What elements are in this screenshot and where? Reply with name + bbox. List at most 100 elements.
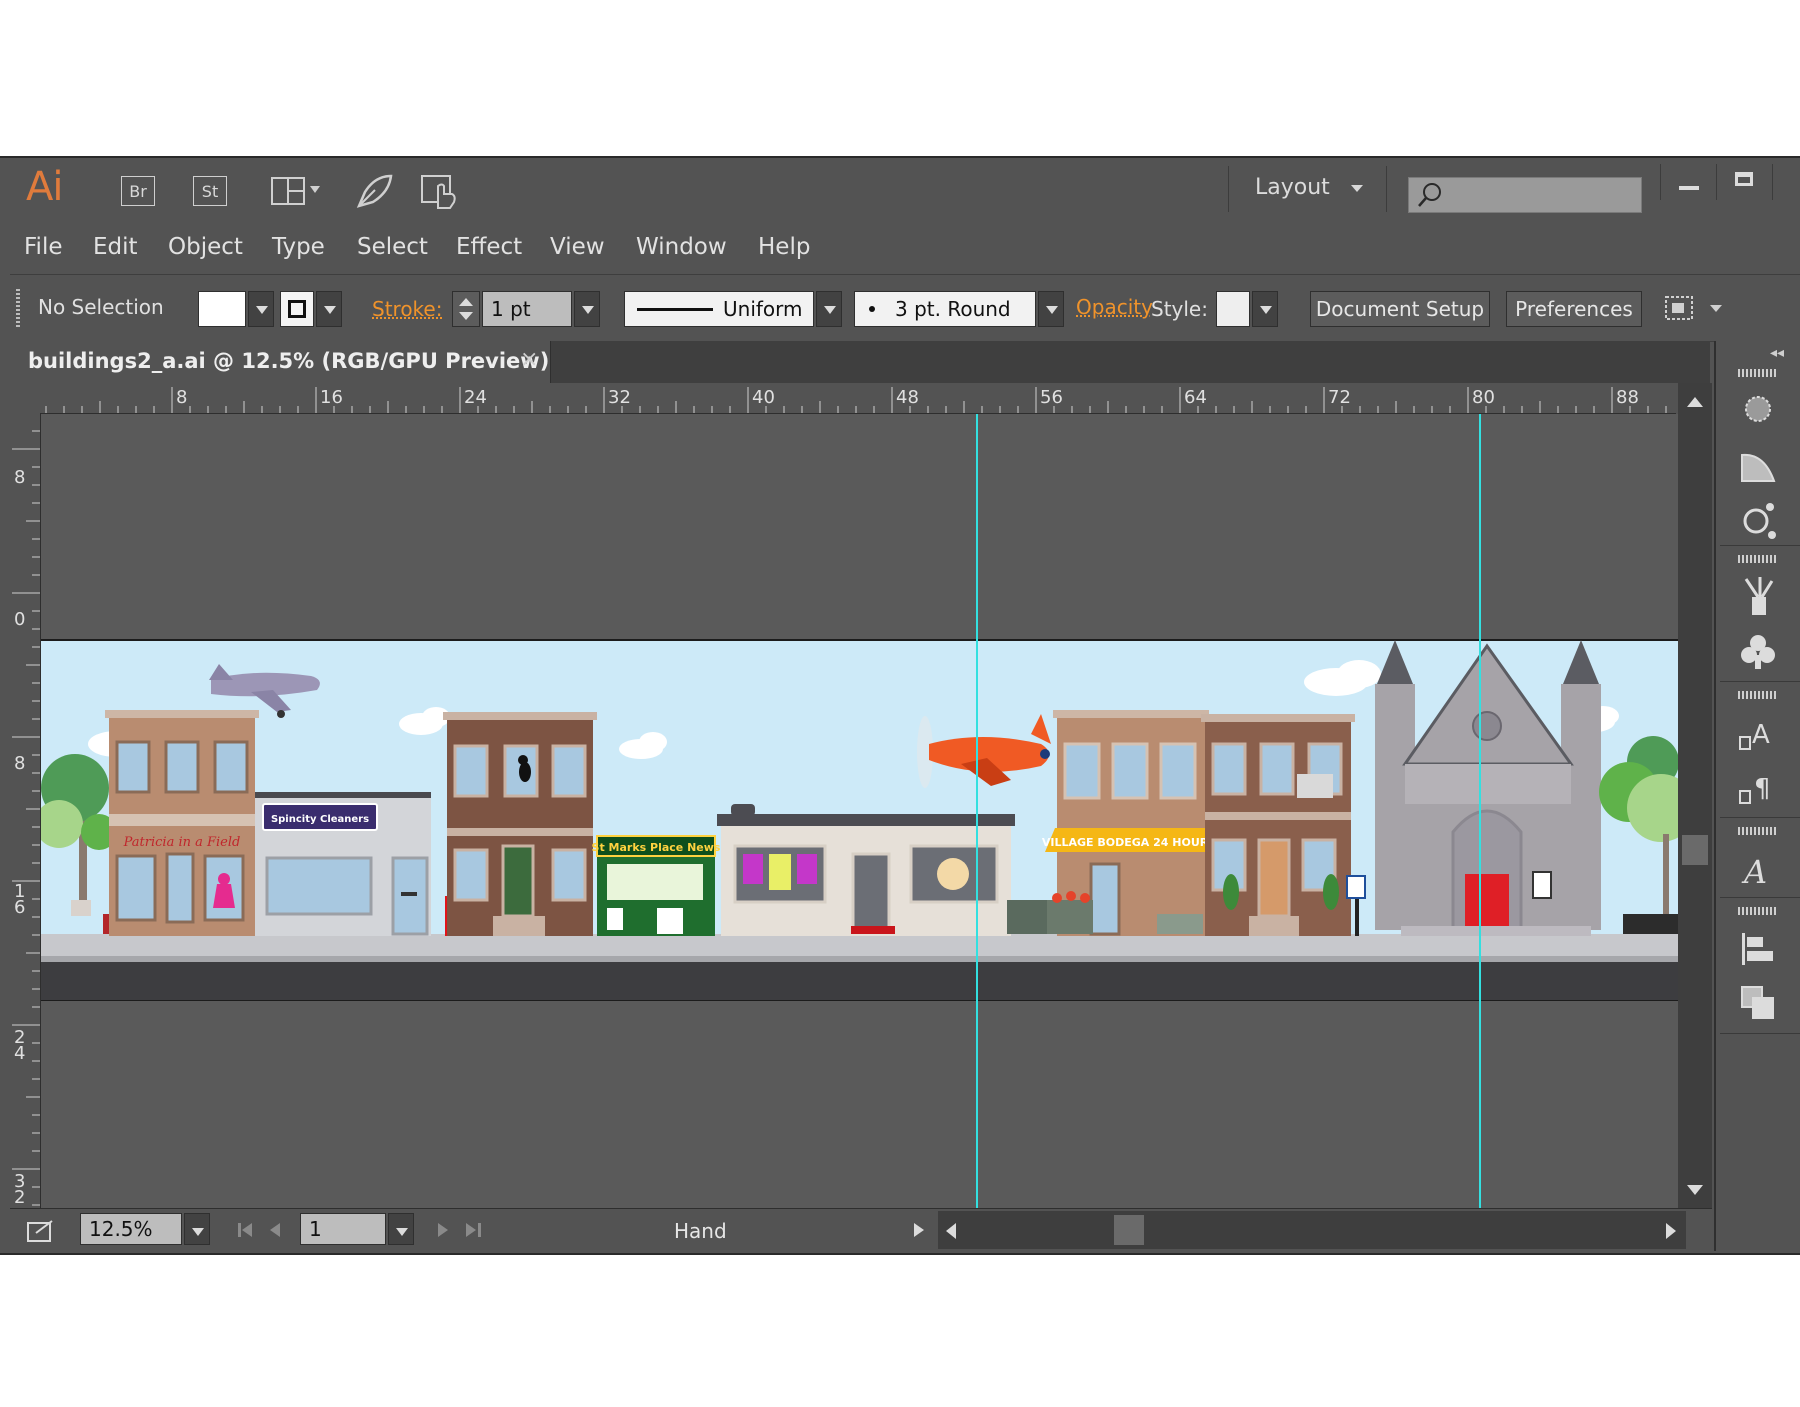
status-bar: 12.5% 1 Hand bbox=[10, 1208, 1712, 1252]
align-panel-button[interactable] bbox=[1738, 929, 1778, 969]
menu-edit[interactable]: Edit bbox=[93, 234, 138, 260]
profile-dropdown[interactable] bbox=[816, 291, 842, 327]
symbols-library-button[interactable] bbox=[1738, 631, 1778, 671]
touch-workspace-button[interactable] bbox=[420, 172, 460, 210]
close-window-button[interactable] bbox=[1772, 164, 1800, 200]
play-icon bbox=[914, 1223, 924, 1237]
artboard-number-input[interactable]: 1 bbox=[300, 1213, 386, 1245]
menu-effect[interactable]: Effect bbox=[456, 234, 522, 260]
stroke-weight-stepper[interactable] bbox=[452, 291, 480, 327]
graphic-style-dropdown[interactable] bbox=[1252, 291, 1278, 327]
brush-dot-icon bbox=[869, 306, 875, 312]
zoom-input[interactable]: 12.5% bbox=[80, 1213, 182, 1245]
menu-window[interactable]: Window bbox=[636, 234, 727, 260]
workspace-label: Layout bbox=[1255, 175, 1330, 200]
graphic-style-swatch[interactable] bbox=[1216, 291, 1250, 327]
artboard-dropdown[interactable] bbox=[388, 1213, 414, 1245]
brush-definition[interactable]: 3 pt. Round bbox=[854, 291, 1036, 327]
panel-grip[interactable] bbox=[1738, 555, 1778, 563]
align-icon bbox=[1742, 933, 1773, 965]
menu-object[interactable]: Object bbox=[168, 234, 243, 260]
panel-grip[interactable] bbox=[1738, 369, 1778, 377]
fill-dropdown[interactable] bbox=[248, 291, 274, 327]
next-last-icons bbox=[438, 1223, 481, 1237]
preferences-button[interactable]: Preferences bbox=[1506, 291, 1642, 327]
ruler-label: 56 bbox=[1040, 387, 1063, 408]
status-menu-button[interactable] bbox=[908, 1217, 932, 1243]
control-bar: No Selection Stroke: 1 pt Uniform 3 pt. … bbox=[10, 274, 1800, 342]
gpu-performance-button[interactable] bbox=[355, 172, 395, 210]
search-stock-input[interactable] bbox=[1408, 177, 1642, 213]
gradient-panel-button[interactable] bbox=[1738, 445, 1778, 485]
menu-select[interactable]: Select bbox=[357, 234, 428, 260]
opacity-panel-link[interactable]: Opacity bbox=[1076, 295, 1153, 319]
building-news: St Marks Place News bbox=[592, 835, 721, 936]
brush-icon bbox=[1744, 577, 1774, 615]
panel-grip[interactable] bbox=[1738, 827, 1778, 835]
svg-text:A: A bbox=[1752, 720, 1770, 750]
document-setup-button[interactable]: Document Setup bbox=[1310, 291, 1490, 327]
document-tab-strip: buildings2_a.ai @ 12.5% (RGB/GPU Preview… bbox=[10, 341, 1710, 383]
vertical-scrollbar[interactable] bbox=[1678, 383, 1712, 1208]
stock-button[interactable]: St bbox=[193, 176, 227, 206]
align-options-button[interactable] bbox=[1662, 291, 1732, 327]
pathfinder-panel-button[interactable] bbox=[1738, 983, 1778, 1023]
close-icon[interactable]: × bbox=[520, 347, 538, 372]
stroke-color-dropdown[interactable] bbox=[316, 291, 342, 327]
maximize-button[interactable] bbox=[1716, 164, 1773, 200]
variable-width-profile[interactable]: Uniform bbox=[624, 291, 814, 327]
vertical-ruler[interactable]: 808162432 bbox=[10, 413, 41, 1208]
character-styles-button[interactable]: A bbox=[1738, 713, 1778, 753]
glyphs-panel-button[interactable]: A bbox=[1738, 849, 1778, 891]
dumpster bbox=[1007, 900, 1047, 934]
panel-grip[interactable] bbox=[1738, 907, 1778, 915]
building-patricia: Patricia in a Field bbox=[105, 710, 259, 936]
brush-dropdown[interactable] bbox=[1038, 291, 1064, 327]
ruler-label: 24 bbox=[464, 387, 487, 408]
collapse-panels-icon[interactable]: ◂◂ bbox=[1770, 345, 1784, 361]
minimize-button[interactable] bbox=[1660, 164, 1717, 200]
line-profile-icon bbox=[637, 308, 713, 311]
bridge-button[interactable]: Br bbox=[121, 176, 155, 206]
panel-divider bbox=[1720, 1033, 1800, 1034]
control-bar-grip[interactable] bbox=[16, 289, 20, 327]
illustrator-window: Ai Br St Layout File Edit Object Type Se… bbox=[0, 156, 1800, 1255]
brushes-panel-button[interactable] bbox=[1738, 577, 1778, 617]
stroke-swatch[interactable] bbox=[280, 291, 314, 327]
fill-swatch[interactable] bbox=[198, 291, 246, 327]
document-tab[interactable]: buildings2_a.ai @ 12.5% (RGB/GPU Preview… bbox=[10, 341, 551, 383]
menu-help[interactable]: Help bbox=[758, 234, 810, 260]
ruler-label: 8 bbox=[14, 753, 25, 774]
canvas[interactable]: Patricia in a Field Spincity Cleaners St… bbox=[41, 414, 1678, 1208]
stroke-weight-dropdown[interactable] bbox=[574, 291, 600, 327]
ruler-label: 72 bbox=[1328, 387, 1351, 408]
menu-type[interactable]: Type bbox=[272, 234, 325, 260]
search-icon bbox=[1418, 183, 1441, 207]
artboard-nav-next[interactable] bbox=[430, 1217, 490, 1243]
illustrator-logo: Ai bbox=[26, 164, 63, 210]
artboard-artwork: Patricia in a Field Spincity Cleaners St… bbox=[41, 414, 1678, 1208]
symbols-panel-button[interactable] bbox=[1738, 499, 1778, 539]
sign-patricia: Patricia in a Field bbox=[123, 835, 241, 850]
zoom-dropdown[interactable] bbox=[184, 1213, 210, 1245]
export-button[interactable] bbox=[26, 1217, 56, 1243]
stroke-panel-link[interactable]: Stroke: bbox=[372, 297, 442, 321]
stroke-weight-input[interactable]: 1 pt bbox=[482, 291, 572, 327]
ruler-label: 6 bbox=[14, 897, 25, 918]
minimize-icon bbox=[1679, 186, 1699, 190]
horizontal-scrollbar[interactable] bbox=[938, 1211, 1686, 1249]
appearance-panel-button[interactable] bbox=[1738, 389, 1778, 429]
links-icon bbox=[1743, 503, 1776, 539]
menu-view[interactable]: View bbox=[550, 234, 605, 260]
paragraph-styles-button[interactable]: ¶ bbox=[1738, 767, 1778, 807]
arrange-documents-button[interactable] bbox=[270, 176, 322, 206]
sign-news: St Marks Place News bbox=[592, 841, 721, 854]
horizontal-ruler[interactable]: 8 16 24 32 40 48 56 64 72 80 88 bbox=[10, 383, 1676, 414]
panel-grip[interactable] bbox=[1738, 691, 1778, 699]
artboard-nav-prev[interactable] bbox=[234, 1217, 294, 1243]
workspace-switcher[interactable]: Layout bbox=[1255, 175, 1363, 200]
arrange-documents-icon bbox=[271, 177, 320, 205]
menu-file[interactable]: File bbox=[24, 234, 63, 260]
first-previous-icons bbox=[238, 1223, 280, 1237]
touch-hand-icon bbox=[421, 175, 456, 209]
